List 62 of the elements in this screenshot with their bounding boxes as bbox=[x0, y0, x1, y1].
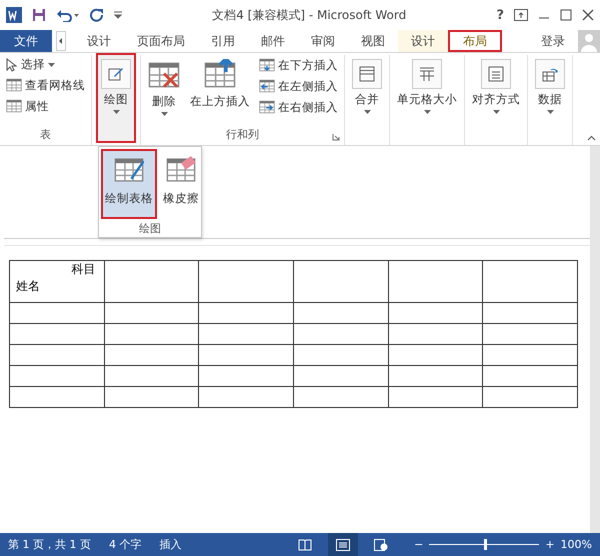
ribbon-button[interactable]: 合并 bbox=[349, 55, 385, 127]
ribbon-tab[interactable]: 布局 bbox=[448, 30, 502, 52]
help-button[interactable]: ? bbox=[496, 8, 504, 22]
ribbon-button[interactable]: 删除 bbox=[145, 55, 183, 127]
redo-icon[interactable] bbox=[90, 8, 104, 22]
group-label: 绘图 bbox=[139, 221, 161, 237]
ribbon-tab[interactable]: 文件 bbox=[0, 30, 52, 52]
dialog-launcher-icon[interactable] bbox=[332, 133, 340, 141]
page-icon bbox=[336, 538, 350, 550]
zoom-level: 100% bbox=[560, 538, 592, 551]
maximize-icon[interactable] bbox=[560, 9, 572, 21]
menu-item[interactable]: 绘制表格 bbox=[101, 149, 157, 219]
status-text: 4 个字 bbox=[108, 537, 142, 552]
ribbon-button[interactable]: 选择 bbox=[4, 55, 87, 74]
book-icon bbox=[298, 538, 312, 550]
scroll-left-icon[interactable] bbox=[56, 30, 66, 52]
merge-cells-icon bbox=[359, 66, 375, 82]
data-icon bbox=[542, 66, 558, 82]
view-button[interactable] bbox=[328, 533, 358, 556]
caret-icon bbox=[546, 110, 554, 114]
status-text: 第 1 页，共 1 页 bbox=[8, 537, 91, 552]
ribbon-button[interactable]: 在右侧插入 bbox=[257, 97, 340, 117]
zoom-out-button[interactable]: − bbox=[414, 538, 424, 551]
ribbon-button[interactable]: 数据 bbox=[532, 55, 568, 127]
ribbon-display-icon[interactable] bbox=[514, 9, 528, 21]
caret-icon bbox=[364, 110, 370, 114]
column-heading: 科目 bbox=[70, 261, 97, 278]
ribbon-tab[interactable]: 设计 bbox=[398, 30, 448, 52]
ribbon-button[interactable]: 在左侧插入 bbox=[257, 76, 340, 96]
group-label: 行和列 bbox=[226, 127, 259, 143]
close-icon[interactable] bbox=[582, 9, 594, 21]
ribbon-button[interactable]: 在上方插入 bbox=[187, 55, 253, 127]
ribbon-button[interactable]: 对齐方式 bbox=[469, 55, 523, 127]
caret-icon bbox=[492, 110, 500, 114]
row-heading: 姓名 bbox=[16, 278, 41, 295]
insert-right-icon bbox=[259, 99, 275, 115]
status-text: 插入 bbox=[159, 537, 182, 552]
insert-left-icon bbox=[259, 78, 275, 94]
align-icon bbox=[488, 66, 504, 82]
insert-below-icon bbox=[259, 57, 275, 73]
customize-icon[interactable] bbox=[114, 11, 122, 19]
undo-icon[interactable] bbox=[56, 8, 80, 22]
zoom-in-button[interactable]: + bbox=[545, 538, 555, 551]
web-layout-icon bbox=[374, 538, 388, 550]
grid-icon bbox=[6, 77, 22, 93]
slider-thumb[interactable] bbox=[484, 539, 488, 550]
cell-size-icon bbox=[419, 66, 435, 82]
ribbon-button[interactable]: 单元格大小 bbox=[394, 55, 460, 127]
ribbon-button[interactable]: 在下方插入 bbox=[257, 55, 340, 75]
collapse-icon[interactable] bbox=[587, 135, 596, 141]
table-properties-icon bbox=[6, 98, 22, 114]
ribbon-button[interactable]: 查看网格线 bbox=[4, 75, 87, 95]
caret-icon bbox=[112, 110, 120, 114]
caret-icon bbox=[424, 110, 430, 114]
pencil-square-icon bbox=[108, 66, 124, 82]
ribbon-button[interactable]: 绘图 bbox=[96, 53, 136, 143]
word-logo-icon bbox=[6, 7, 22, 23]
menu-item[interactable]: 橡皮擦 bbox=[159, 149, 203, 219]
group-label: 表 bbox=[40, 127, 51, 143]
cursor-icon bbox=[6, 58, 18, 72]
window-title: 文档4 [兼容模式] - Microsoft Word bbox=[211, 6, 408, 24]
ribbon-button[interactable]: 属性 bbox=[4, 96, 87, 116]
